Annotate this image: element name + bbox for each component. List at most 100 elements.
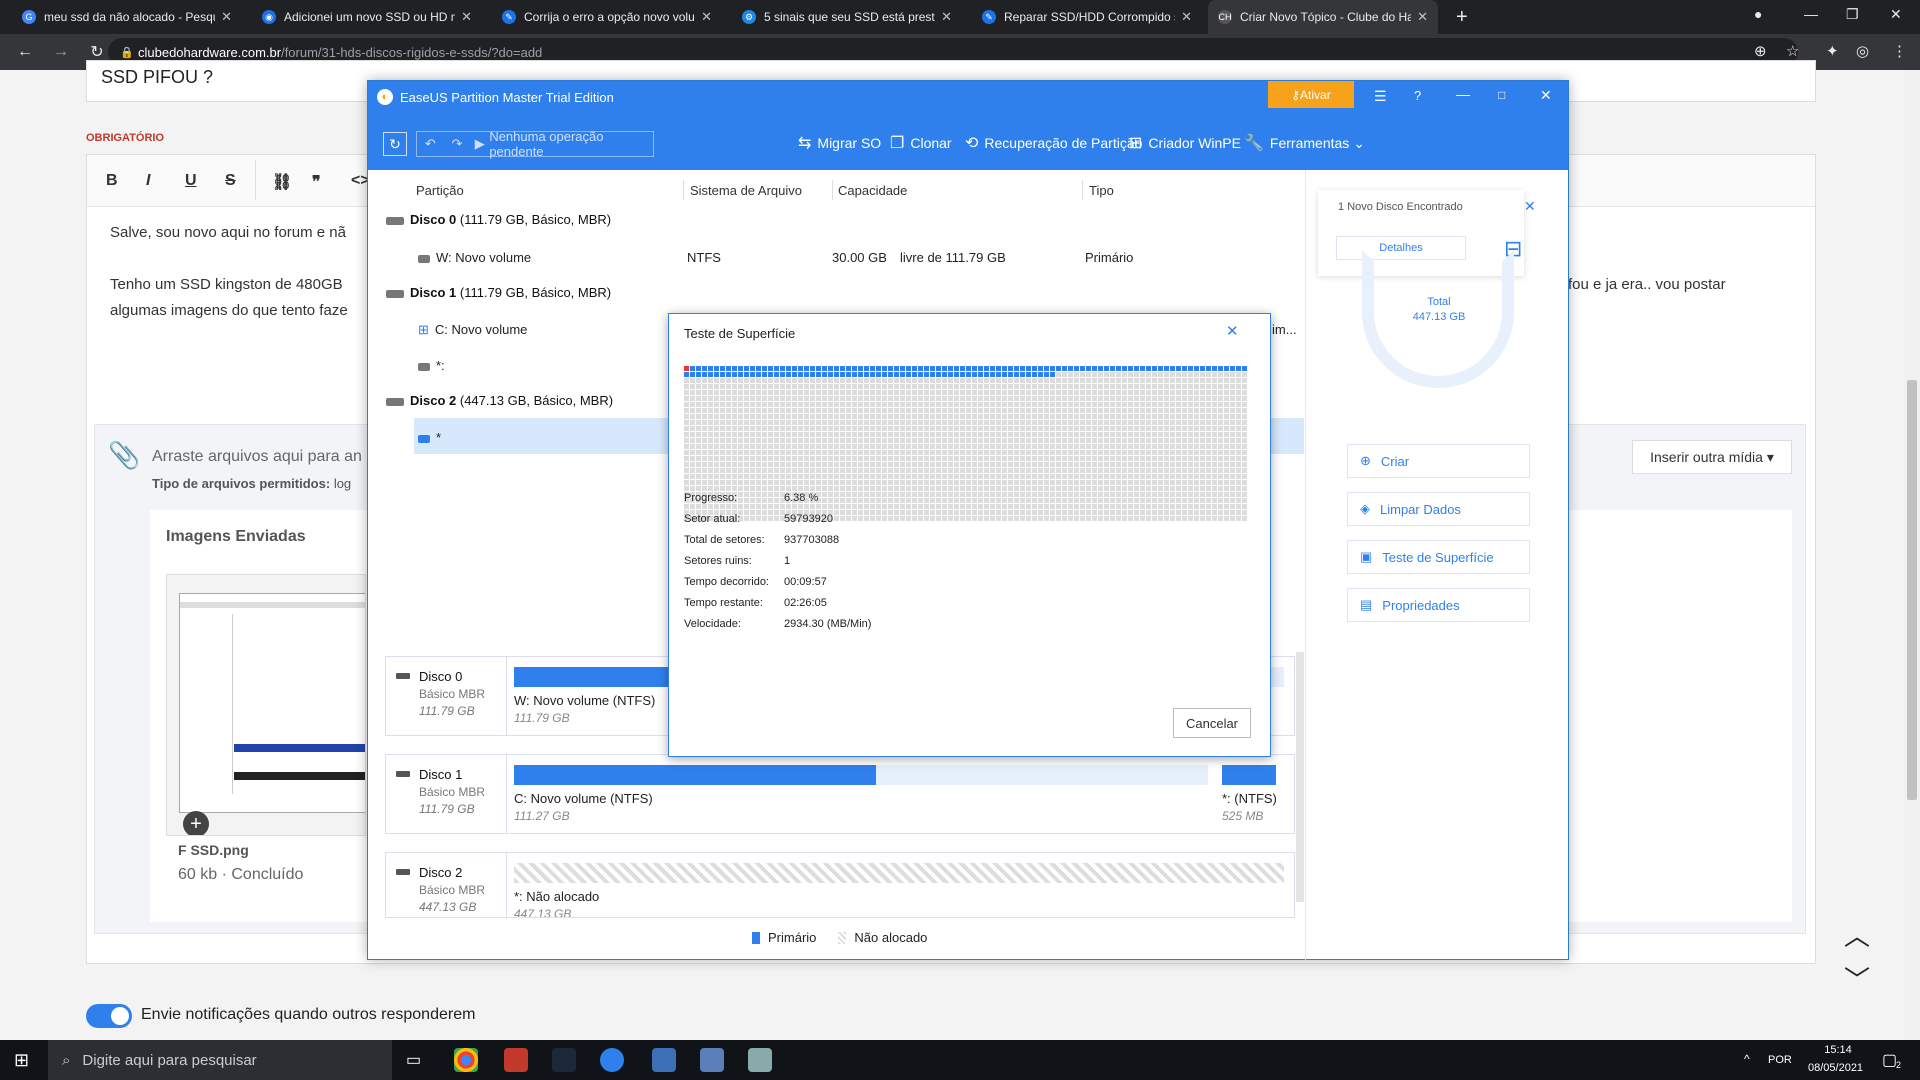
properties-button[interactable]: ▤ Propriedades (1347, 588, 1530, 622)
app-maximize-icon[interactable]: □ (1498, 88, 1505, 102)
activate-button[interactable]: ⚷ Ativar (1268, 81, 1354, 108)
insert-media-button[interactable]: Inserir outra mídia ▾ (1632, 440, 1792, 474)
chrome-icon[interactable] (454, 1048, 478, 1072)
dialog-close-icon[interactable]: ✕ (1226, 322, 1239, 340)
unallocated-bar[interactable] (514, 863, 1284, 883)
browser-tab[interactable]: ⚙ 5 sinais que seu SSD está preste ✕ (732, 0, 962, 34)
browser-tab[interactable]: ✎ Corrija o erro a opção novo volu ✕ (492, 0, 722, 34)
tab-close-icon[interactable]: ✕ (1417, 9, 1428, 25)
disk-row[interactable]: Disco 1 (111.79 GB, Básico, MBR) (386, 285, 611, 300)
easeus-taskbar-icon[interactable] (600, 1048, 624, 1072)
partition-row[interactable]: W: Novo volume (418, 250, 531, 265)
language-indicator[interactable]: POR (1768, 1054, 1792, 1066)
disk-row[interactable]: Disco 0 (111.79 GB, Básico, MBR) (386, 212, 611, 227)
page-scrollbar[interactable] (1904, 70, 1920, 1040)
extensions-icon[interactable]: ✦ (1826, 42, 1839, 60)
menu-icon[interactable]: ⋮ (1892, 42, 1907, 60)
bold-icon[interactable]: B (106, 172, 118, 190)
strike-icon[interactable]: S (225, 172, 236, 190)
star-icon[interactable]: ☆ (1786, 42, 1799, 60)
clock-time[interactable]: 15:14 (1818, 1044, 1858, 1056)
scroll-down-icon[interactable]: ﹀ (1844, 960, 1870, 997)
app-icon[interactable] (700, 1048, 724, 1072)
close-card-icon[interactable]: ✕ (1524, 198, 1536, 215)
partition-row[interactable]: * (418, 430, 441, 445)
disk-icon (386, 216, 404, 225)
tools-button[interactable]: 🔧 Ferramentas ⌄ (1244, 133, 1365, 153)
reload-icon[interactable]: ↻ (86, 42, 108, 62)
migrate-os-button[interactable]: ⇆ Migrar SO (798, 133, 881, 153)
disk-row[interactable]: Disco 2 (447.13 GB, Básico, MBR) (386, 393, 613, 408)
clone-button[interactable]: ❐ Clonar (890, 133, 952, 153)
col-type[interactable]: Tipo (1089, 183, 1114, 198)
underline-icon[interactable]: U (185, 172, 197, 190)
tab-close-icon[interactable]: ✕ (221, 9, 232, 25)
scroll-up-icon[interactable]: ︿ (1844, 916, 1870, 953)
browser-tab[interactable]: Gmeu ssd da não alocado - Pesqu ✕ (12, 0, 242, 34)
uploaded-thumbnail[interactable]: + (166, 574, 366, 836)
steam-icon[interactable] (552, 1048, 576, 1072)
col-capacity[interactable]: Capacidade (838, 183, 907, 198)
tab-title: Adicionei um novo SSD ou HD m (284, 10, 456, 24)
col-partition[interactable]: Partição (416, 183, 464, 198)
partition-bar-size: 111.27 GB (514, 809, 570, 823)
create-button[interactable]: ⊕ Criar (1347, 444, 1530, 478)
app-icon[interactable] (652, 1048, 676, 1072)
restore-icon[interactable]: ❐ (1846, 6, 1859, 23)
refresh-icon[interactable]: ↻ (383, 132, 407, 156)
winpe-button[interactable]: ⊞ Criador WinPE (1129, 133, 1241, 153)
partition-row[interactable]: ⊞ C: Novo volume (418, 322, 527, 338)
wipe-data-button[interactable]: ◈ Limpar Dados (1347, 492, 1530, 526)
disk-map-2[interactable]: Disco 2 Básico MBR 447.13 GB *: Não aloc… (385, 852, 1295, 918)
partition-bar[interactable] (1222, 765, 1276, 785)
list-menu-icon[interactable]: ☰ (1374, 88, 1387, 105)
italic-icon[interactable]: I (146, 172, 150, 190)
app-close-icon[interactable]: ✕ (1540, 87, 1552, 104)
avatar[interactable]: ◎ (1856, 42, 1869, 60)
undo-icon[interactable]: ↶ (417, 136, 444, 152)
col-filesystem[interactable]: Sistema de Arquivo (690, 183, 802, 198)
drop-text: Arraste arquivos aqui para an (152, 448, 362, 465)
app-minimize-icon[interactable]: — (1456, 86, 1470, 102)
tab-favicon-icon: ✎ (502, 10, 516, 24)
tab-close-icon[interactable]: ✕ (461, 9, 472, 25)
disk-map-1[interactable]: Disco 1 Básico MBR 111.79 GB C: Novo vol… (385, 754, 1295, 834)
notification-icon[interactable]: ▢ (1882, 1050, 1897, 1070)
quote-icon[interactable]: ❞ (312, 172, 321, 192)
partition-row[interactable]: *: (418, 358, 445, 373)
tab-close-icon[interactable]: ✕ (941, 9, 952, 25)
zoom-icon[interactable]: ⊕ (1754, 42, 1767, 60)
notify-toggle[interactable] (86, 1004, 132, 1028)
windows-start-icon[interactable]: ⊞ (14, 1050, 29, 1071)
cancel-button[interactable]: Cancelar (1173, 708, 1251, 738)
disk-map-name: Disco 2 (419, 865, 463, 880)
close-window-icon[interactable]: ✕ (1890, 6, 1902, 23)
redo-icon[interactable]: ↷ (444, 136, 471, 152)
tab-close-icon[interactable]: ✕ (1181, 9, 1192, 25)
new-tab-icon[interactable]: + (1456, 6, 1468, 29)
taskbar-search[interactable]: ⌕ Digite aqui para pesquisar (48, 1040, 392, 1080)
link-icon[interactable]: ⛓ (272, 172, 292, 192)
minimize-icon[interactable]: — (1804, 6, 1818, 22)
forward-icon[interactable]: → (50, 43, 72, 61)
chevron-down-icon: ⌄ (1353, 134, 1366, 151)
browser-tab[interactable]: ✎ Reparar SSD/HDD Corrompido s ✕ (972, 0, 1202, 34)
stat-value: 2934.30 (MB/Min) (784, 618, 872, 630)
partition-bar[interactable] (514, 765, 876, 785)
help-icon[interactable]: ? (1414, 88, 1421, 103)
profile-icon[interactable]: ● (1754, 6, 1762, 22)
partition-recovery-button[interactable]: ⟲ Recuperação de Partição (965, 133, 1142, 153)
back-icon[interactable]: ← (14, 43, 36, 61)
disk-map-scrollbar[interactable] (1296, 652, 1304, 902)
surface-test-button[interactable]: ▣ Teste de Superfície (1347, 540, 1530, 574)
browser-tab[interactable]: ◉ Adicionei um novo SSD ou HD m ✕ (252, 0, 482, 34)
task-view-icon[interactable]: ▭ (406, 1050, 421, 1070)
tray-arrow-icon[interactable]: ^ (1744, 1052, 1750, 1066)
app-icon[interactable] (748, 1048, 772, 1072)
clock-date[interactable]: 08/05/2021 (1808, 1062, 1863, 1074)
app-icon[interactable] (504, 1048, 528, 1072)
play-icon[interactable]: ▶ (470, 136, 489, 152)
add-image-icon[interactable]: + (183, 811, 209, 835)
tab-close-icon[interactable]: ✕ (701, 9, 712, 25)
browser-tab[interactable]: CH Criar Novo Tópico - Clube do Ha ✕ (1208, 0, 1438, 34)
